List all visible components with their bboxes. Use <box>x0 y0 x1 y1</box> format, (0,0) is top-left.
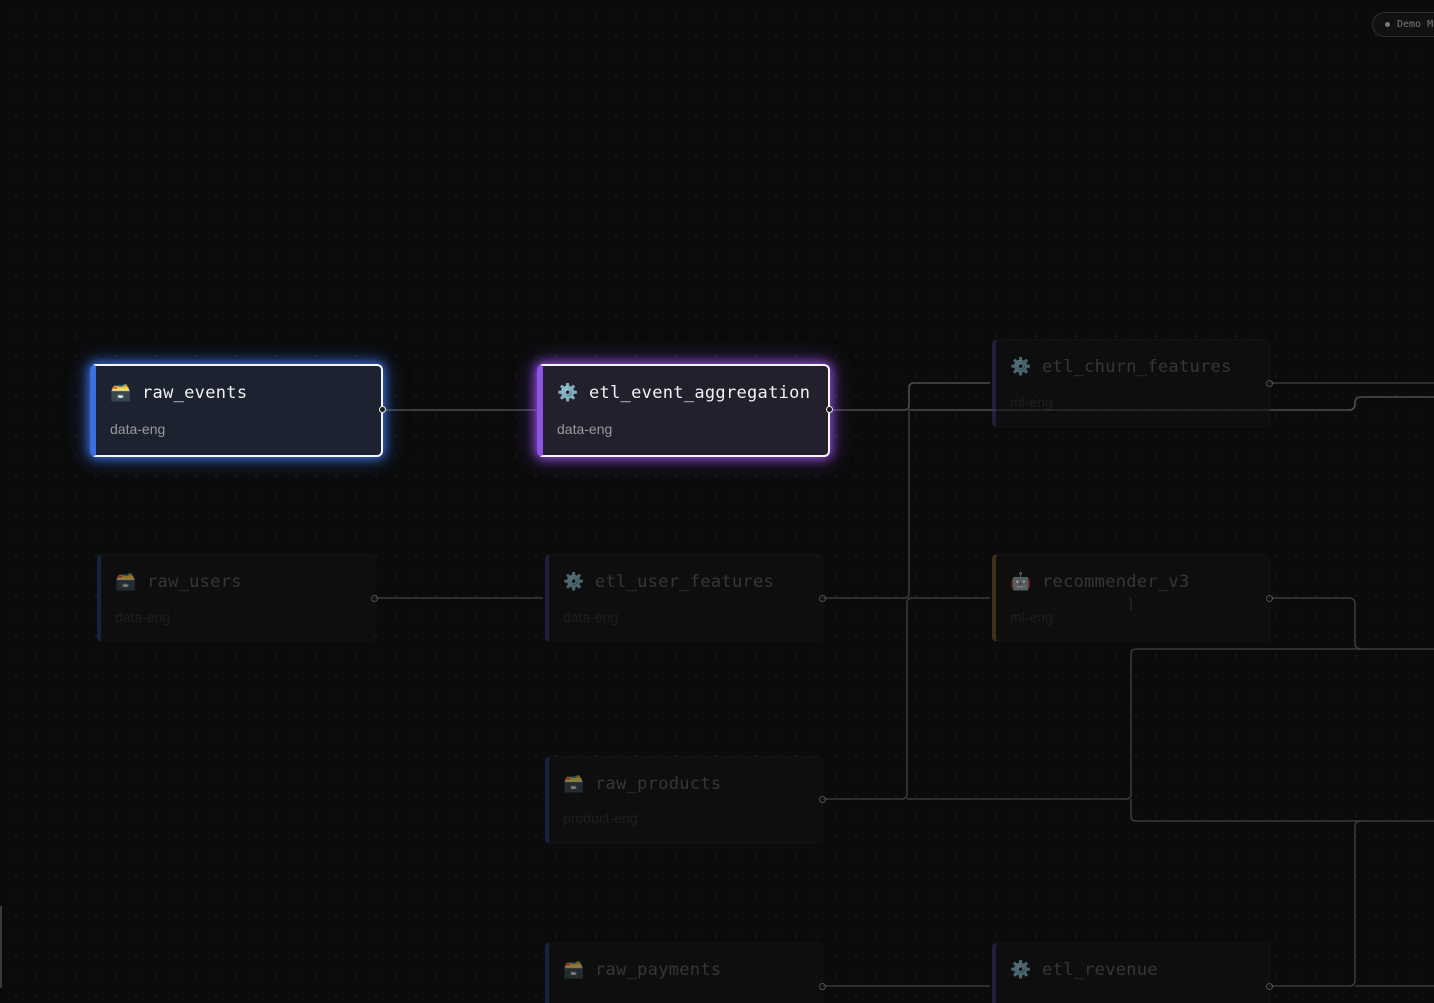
edge-recommender-v3-offscreen[interactable] <box>1269 597 1362 650</box>
gear-icon: ⚙️ <box>1010 357 1032 377</box>
output-handle[interactable] <box>1266 595 1273 602</box>
node-header: ⚙️ etl_revenue <box>1010 959 1158 981</box>
node-header: 🤖 recommender_v3 <box>1010 571 1190 593</box>
output-handle[interactable] <box>1266 380 1273 387</box>
edge-raw-products-recommender-v3[interactable] <box>822 597 913 800</box>
edge-etl-revenue-offscreen[interactable] <box>1269 820 1434 987</box>
edge-layer <box>374 382 1434 987</box>
node-etl-churn-features[interactable]: ⚙️ etl_churn_features ml-eng <box>992 339 1273 427</box>
node-title: etl_churn_features <box>1042 357 1232 377</box>
node-owner: data-eng <box>115 609 171 625</box>
node-header: 🗃️ raw_products <box>563 773 721 795</box>
node-raw-payments[interactable]: 🗃️ raw_payments <box>545 942 826 1003</box>
node-header: ⚙️ etl_event_aggregation <box>557 382 810 404</box>
minimap-edge <box>0 906 2 988</box>
node-etl-user-features[interactable]: ⚙️ etl_user_features data-eng <box>545 554 826 642</box>
output-handle[interactable] <box>371 595 378 602</box>
node-owner: ml-eng <box>1010 609 1053 625</box>
node-owner: data-eng <box>563 609 619 625</box>
gear-icon: ⚙️ <box>557 383 579 403</box>
output-handle[interactable] <box>826 406 833 413</box>
gear-icon: ⚙️ <box>563 572 585 592</box>
node-etl-revenue[interactable]: ⚙️ etl_revenue <box>992 942 1273 1003</box>
node-title: raw_products <box>595 774 722 794</box>
node-header: 🗃️ raw_events <box>110 382 247 404</box>
node-owner: data-eng <box>557 421 613 437</box>
database-icon: 🗃️ <box>563 960 585 980</box>
node-owner: product-eng <box>563 810 638 826</box>
node-etl-event-aggregation[interactable]: ⚙️ etl_event_aggregation data-eng <box>537 364 833 457</box>
node-header: 🗃️ raw_users <box>115 571 242 593</box>
node-raw-events[interactable]: 🗃️ raw_events data-eng <box>90 364 386 457</box>
robot-icon: 🤖 <box>1010 572 1032 592</box>
node-raw-products[interactable]: 🗃️ raw_products product-eng <box>545 756 826 844</box>
lineage-canvas[interactable]: 🗃️ raw_events data-eng ⚙️ etl_event_aggr… <box>0 0 1434 1003</box>
node-title: raw_users <box>147 572 242 592</box>
mode-badge-label: Demo M <box>1397 19 1434 30</box>
node-recommender-v3[interactable]: 🤖 recommender_v3 ml-eng <box>992 554 1273 642</box>
node-title: etl_user_features <box>595 572 775 592</box>
node-owner: data-eng <box>110 421 166 437</box>
mode-badge[interactable]: Demo M <box>1372 12 1434 37</box>
edge-etl-user-features-etl-churn-features[interactable] <box>822 410 910 599</box>
node-title: recommender_v3 <box>1042 572 1190 592</box>
database-icon: 🗃️ <box>563 774 585 794</box>
node-title: etl_event_aggregation <box>589 383 811 403</box>
node-title: raw_payments <box>595 960 722 980</box>
node-title: etl_revenue <box>1042 960 1158 980</box>
output-handle[interactable] <box>1266 983 1273 990</box>
gear-icon: ⚙️ <box>1010 960 1032 980</box>
database-icon: 🗃️ <box>115 572 137 592</box>
status-dot-icon <box>1385 22 1390 27</box>
edge-raw-products-offscreen[interactable] <box>907 648 1434 800</box>
database-icon: 🗃️ <box>110 383 132 403</box>
output-handle[interactable] <box>819 595 826 602</box>
node-raw-users[interactable]: 🗃️ raw_users data-eng <box>97 554 378 642</box>
node-owner: ml-eng <box>1010 394 1053 410</box>
node-title: raw_events <box>142 383 248 403</box>
edge-etl-event-aggregation-etl-churn-features[interactable] <box>829 382 990 411</box>
node-header: ⚙️ etl_churn_features <box>1010 356 1232 378</box>
node-header: ⚙️ etl_user_features <box>563 571 774 593</box>
output-handle[interactable] <box>379 406 386 413</box>
node-header: 🗃️ raw_payments <box>563 959 721 981</box>
output-handle[interactable] <box>819 796 826 803</box>
output-handle[interactable] <box>819 983 826 990</box>
